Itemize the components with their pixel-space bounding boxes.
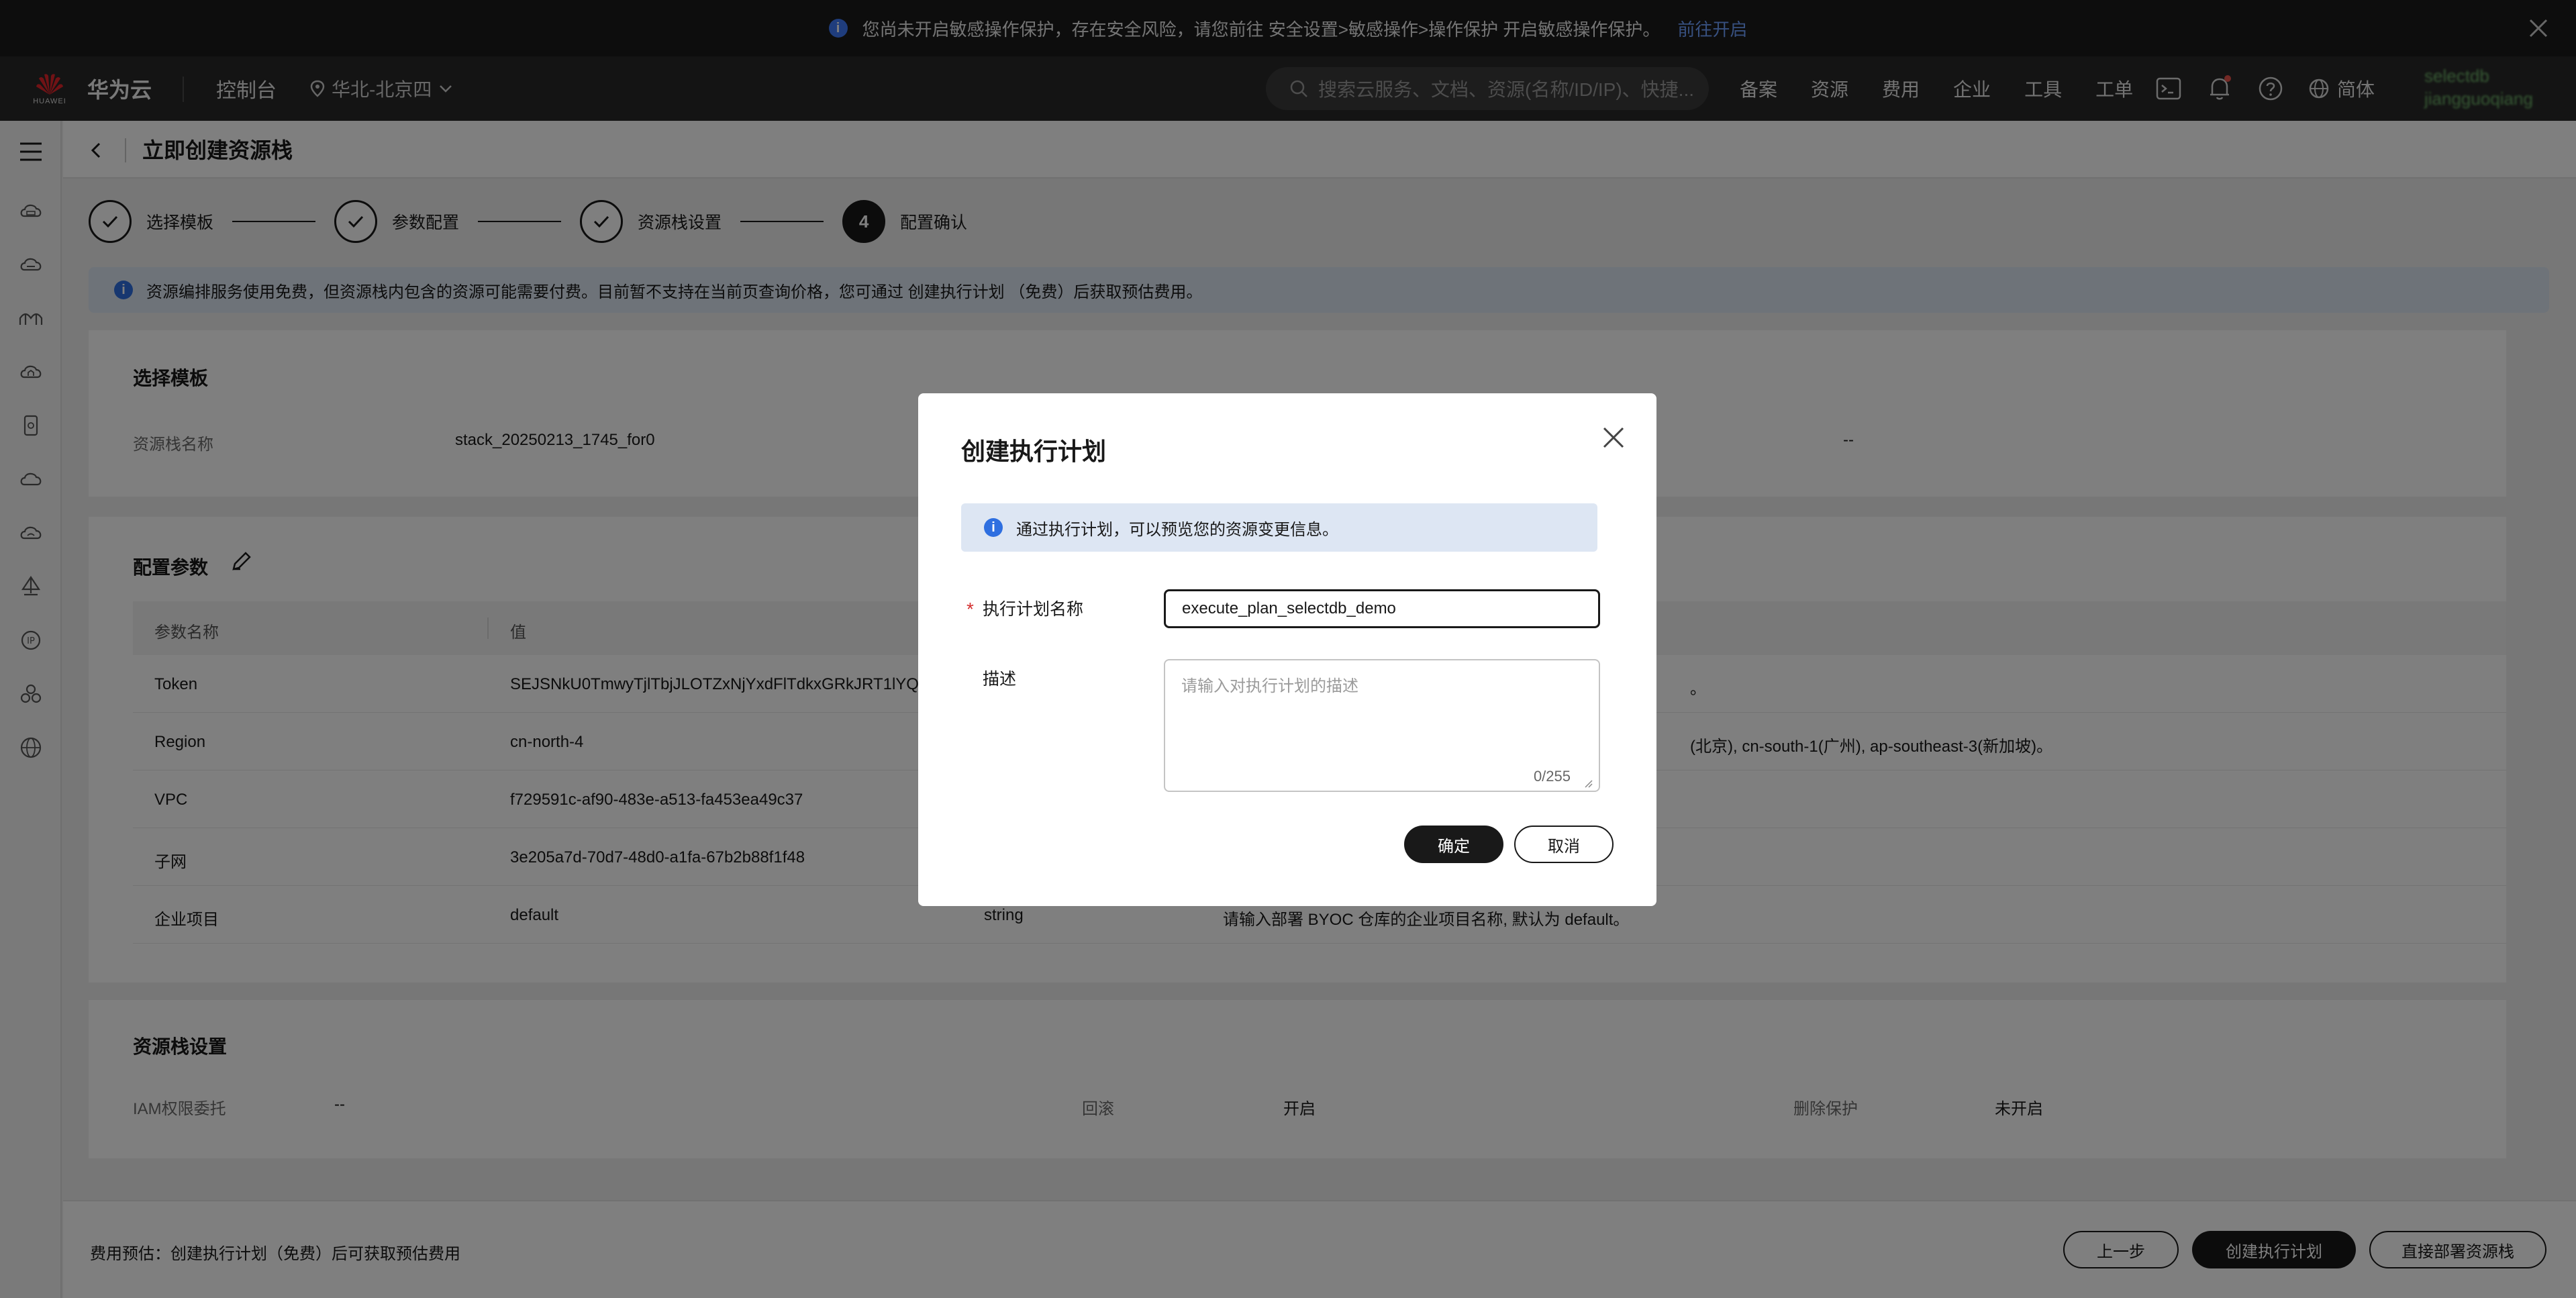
create-plan-dialog: 创建执行计划 i 通过执行计划，可以预览您的资源变更信息。 * 执行计划名称 e… (918, 393, 1656, 906)
char-counter: 0/255 (1533, 768, 1571, 785)
plan-name-input[interactable]: execute_plan_selectdb_demo (1164, 589, 1600, 628)
close-icon[interactable] (1597, 421, 1630, 454)
cancel-button[interactable]: 取消 (1514, 826, 1614, 863)
description-textarea[interactable]: 请输入对执行计划的描述 0/255 (1164, 659, 1600, 792)
description-label: 描述 (983, 670, 1017, 689)
dialog-info-text: 通过执行计划，可以预览您的资源变更信息。 (1016, 520, 1338, 539)
dialog-title: 创建执行计划 (961, 438, 1107, 465)
confirm-button[interactable]: 确定 (1404, 826, 1503, 863)
plan-name-value: execute_plan_selectdb_demo (1182, 599, 1396, 617)
plan-name-label: 执行计划名称 (983, 600, 1084, 619)
resize-grip-icon[interactable] (1583, 775, 1593, 788)
dialog-info-bar: i 通过执行计划，可以预览您的资源变更信息。 (961, 503, 1597, 552)
info-icon: i (984, 518, 1003, 537)
description-placeholder: 请输入对执行计划的描述 (1181, 677, 1358, 695)
required-asterisk: * (967, 599, 974, 619)
